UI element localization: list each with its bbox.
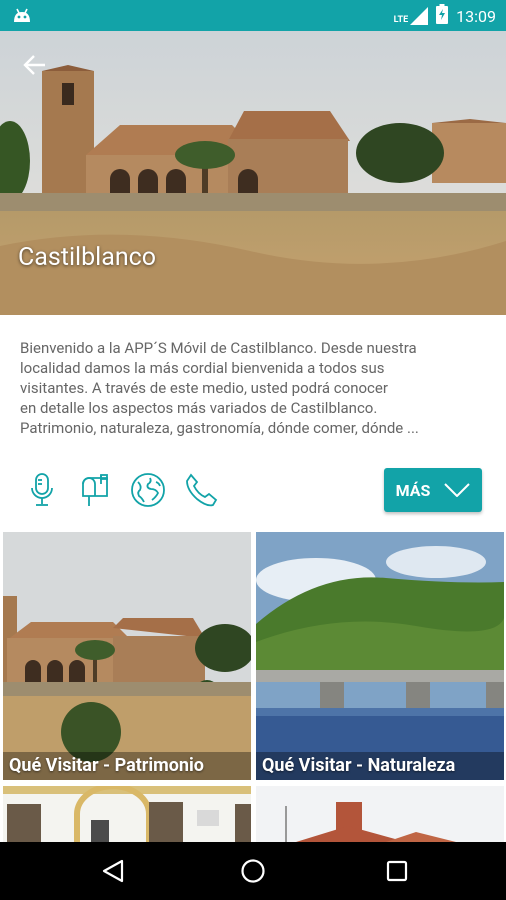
lte-signal-icon: LTE: [394, 7, 429, 25]
header-image: [0, 31, 506, 315]
android-icon: [12, 6, 32, 28]
square-recents-icon: [386, 860, 408, 882]
tile-patrimonio[interactable]: Qué Visitar - Patrimonio: [3, 532, 251, 780]
navigation-bar: [0, 842, 506, 900]
phone-icon[interactable]: [183, 472, 219, 508]
tile-image: [3, 786, 251, 842]
arrow-back-icon: [23, 55, 45, 75]
tile-image: [256, 532, 504, 780]
mailbox-icon[interactable]: [77, 472, 113, 508]
nav-recents-button[interactable]: [382, 856, 412, 886]
tile-4[interactable]: [256, 786, 504, 842]
tile-3[interactable]: [3, 786, 251, 842]
microphone-icon[interactable]: [24, 472, 60, 508]
clock: 13:09: [456, 6, 496, 26]
page-title: Castilblanco: [18, 243, 156, 272]
action-icons: [24, 472, 219, 508]
tile-image: [256, 786, 504, 842]
tile-naturaleza[interactable]: Qué Visitar - Naturaleza: [256, 532, 504, 780]
description-line: en detalle los aspectos más variados de …: [20, 399, 378, 417]
globe-icon[interactable]: [130, 472, 166, 508]
tile-image: [3, 532, 251, 780]
back-button[interactable]: [22, 52, 48, 78]
circle-home-icon: [241, 859, 265, 883]
more-button[interactable]: MÁS: [384, 468, 482, 512]
chevron-down-icon: [444, 483, 471, 497]
tile-label: Qué Visitar - Patrimonio: [3, 752, 251, 780]
battery-charging-icon: [436, 4, 449, 28]
description-line: Patrimonio, naturaleza, gastronomía, dón…: [20, 419, 419, 437]
network-label: LTE: [393, 15, 409, 25]
description-line: Bienvenido a la APP´S Móvil de Castilbla…: [20, 339, 417, 357]
status-bar: LTE 13:09: [0, 0, 506, 31]
description-line: visitantes. A través de este medio, uste…: [20, 379, 388, 397]
triangle-back-icon: [102, 859, 124, 883]
description-line: localidad damos la más cordial bienvenid…: [20, 359, 385, 377]
description-text: Bienvenido a la APP´S Móvil de Castilbla…: [20, 338, 486, 438]
nav-back-button[interactable]: [98, 856, 128, 886]
more-button-label: MÁS: [395, 480, 431, 500]
tile-label: Qué Visitar - Naturaleza: [256, 752, 504, 780]
nav-home-button[interactable]: [238, 856, 268, 886]
